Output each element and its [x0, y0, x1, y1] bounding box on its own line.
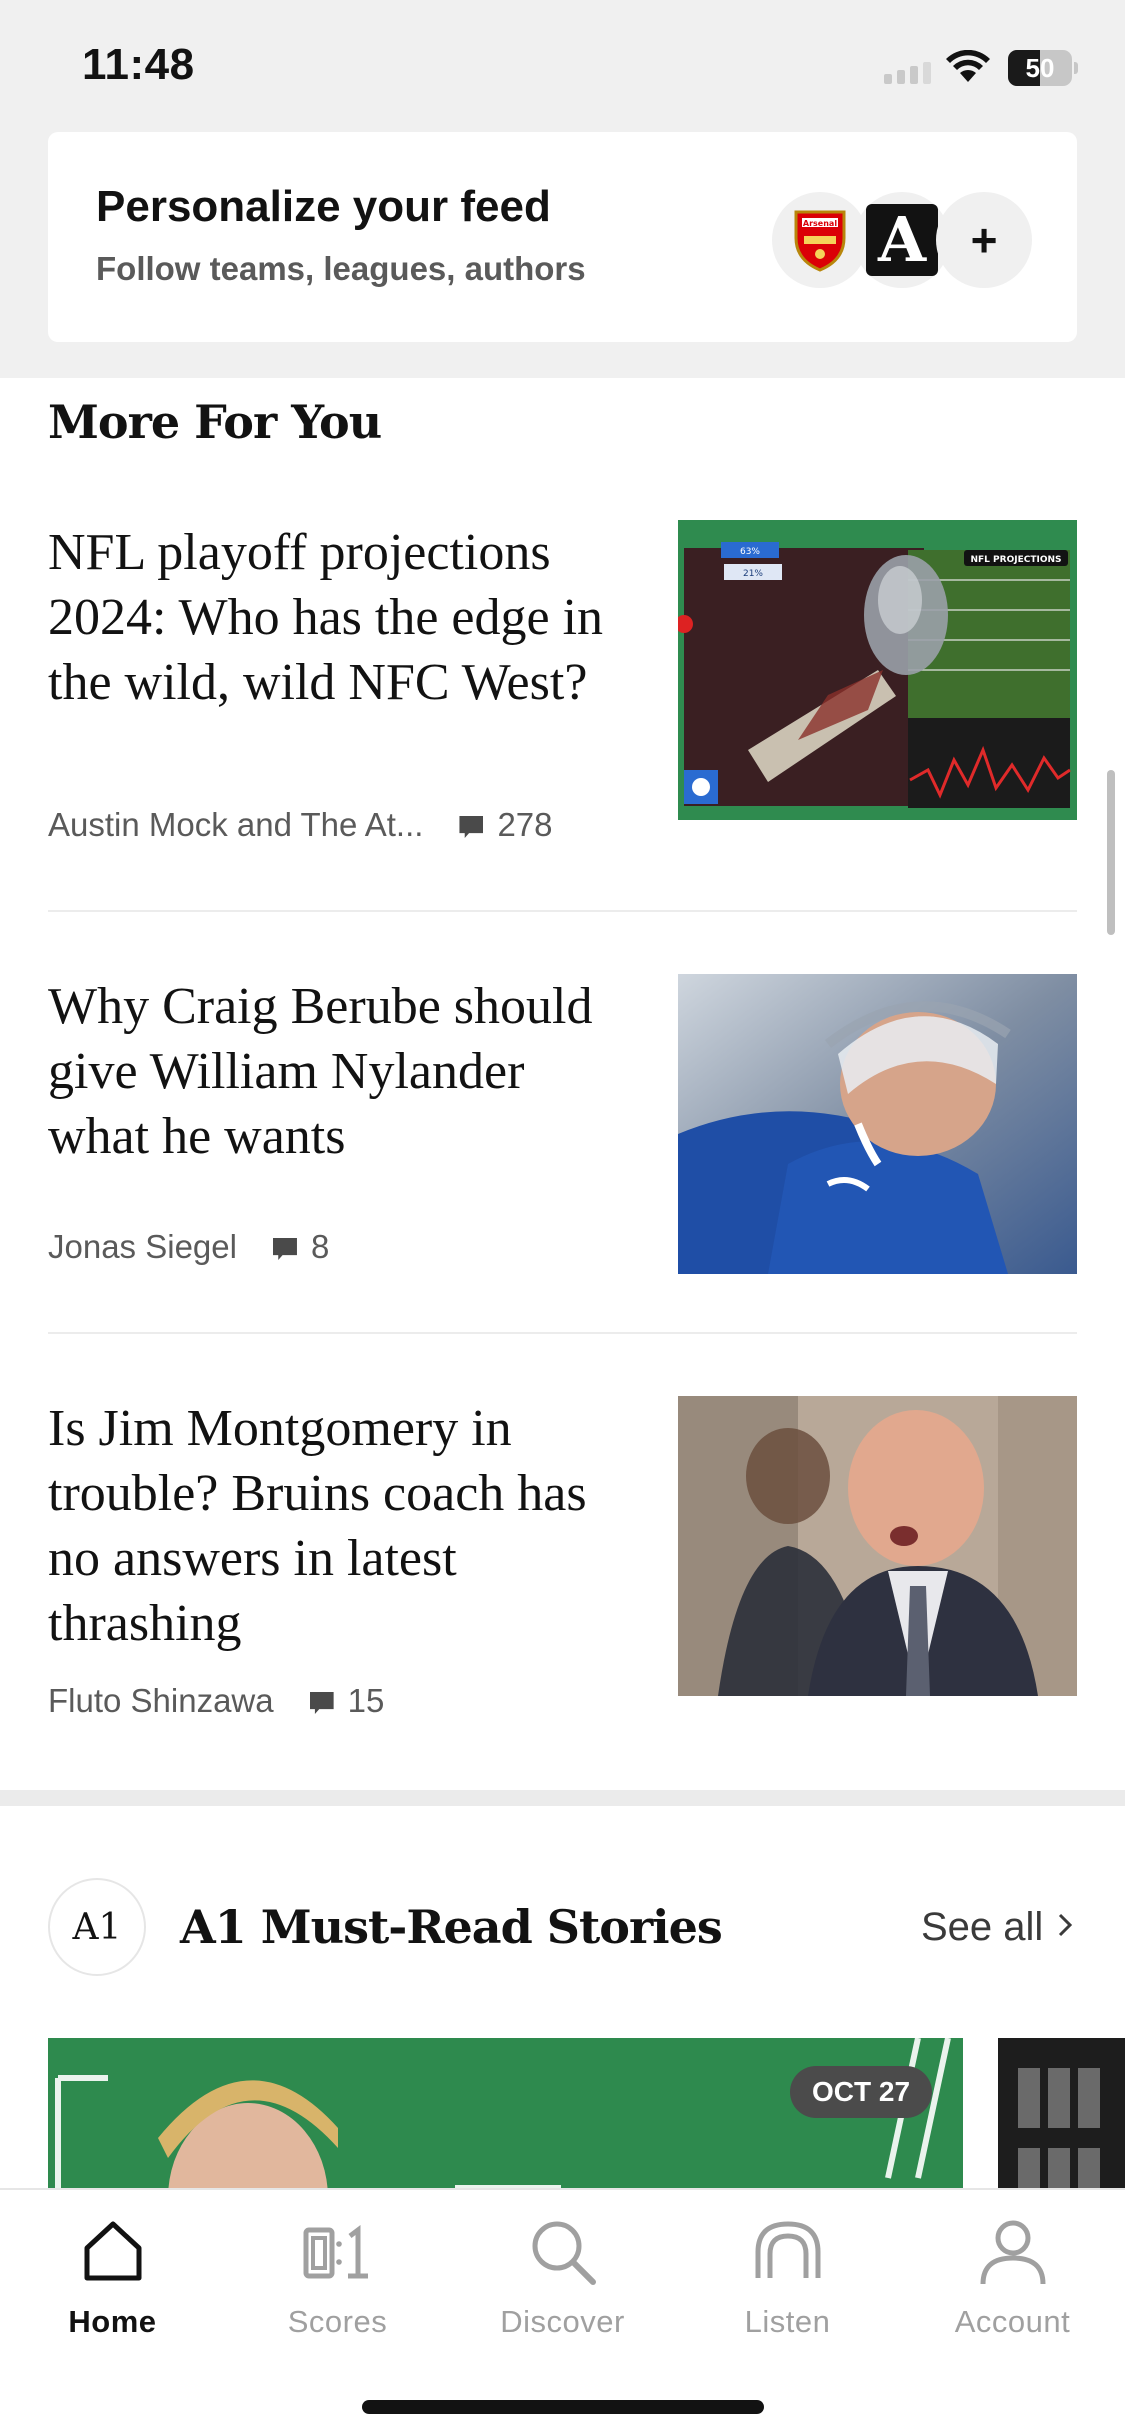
see-all-link[interactable]: See all — [921, 1905, 1073, 1950]
article-card[interactable]: Why Craig Berube should give William Nyl… — [48, 974, 1077, 1274]
article-card[interactable]: NFL playoff projections 2024: Who has th… — [48, 520, 1077, 860]
comment-count[interactable]: 8 — [311, 1228, 329, 1266]
scrollbar[interactable] — [1107, 770, 1115, 935]
svg-text:63%: 63% — [740, 547, 760, 557]
tab-label: Listen — [744, 2304, 831, 2339]
comment-icon — [272, 1238, 297, 1260]
account-icon — [980, 2220, 1045, 2285]
article-meta: Austin Mock and The At... 278 — [48, 806, 553, 844]
add-follow-button[interactable]: + — [936, 192, 1032, 288]
tab-label: Discover — [500, 2304, 625, 2339]
article-author[interactable]: Fluto Shinzawa — [48, 1682, 274, 1720]
article-headline[interactable]: Why Craig Berube should give William Nyl… — [48, 974, 628, 1169]
battery-level: 50 — [1025, 53, 1055, 83]
tab-discover[interactable]: Discover — [450, 2212, 675, 2342]
article-meta: Jonas Siegel 8 — [48, 1228, 329, 1266]
article-image-hockey-player[interactable] — [678, 974, 1077, 1274]
personalize-title: Personalize your feed — [96, 182, 551, 231]
tab-label: Scores — [287, 2304, 388, 2339]
tab-label: Account — [954, 2304, 1071, 2339]
date-badge: OCT 27 — [790, 2066, 933, 2118]
svg-text:Arsenal: Arsenal — [803, 219, 837, 228]
comment-count[interactable]: 15 — [348, 1682, 385, 1720]
tab-home[interactable]: Home — [0, 2212, 225, 2342]
article-image-nfl-projections[interactable]: 63% 21% NFL PROJECTIONS — [678, 520, 1077, 820]
article-card[interactable]: Is Jim Montgomery in trouble? Bruins coa… — [48, 1396, 1077, 1736]
battery-icon: 50 — [1008, 50, 1078, 86]
personalize-feed-card[interactable]: Personalize your feed Follow teams, leag… — [48, 132, 1077, 342]
status-bar: 11:48 50 — [0, 0, 1125, 130]
article-meta: Fluto Shinzawa 15 — [48, 1682, 384, 1720]
article-headline[interactable]: NFL playoff projections 2024: Who has th… — [48, 520, 628, 715]
section-separator — [0, 1790, 1125, 1806]
scores-icon — [303, 2225, 368, 2279]
followed-chips[interactable]: Arsenal A + — [772, 192, 1032, 288]
discover-icon — [532, 2221, 596, 2285]
divider — [48, 1332, 1077, 1334]
tab-account[interactable]: Account — [900, 2212, 1125, 2342]
divider — [48, 910, 1077, 912]
comment-icon — [309, 1692, 334, 1714]
bottom-tab-bar: Home Scores Discover Listen Account — [0, 2188, 1125, 2436]
cellular-signal-icon — [884, 62, 931, 84]
home-indicator[interactable] — [362, 2400, 764, 2414]
status-time: 11:48 — [82, 40, 195, 89]
svg-text:NFL PROJECTIONS: NFL PROJECTIONS — [971, 555, 1062, 565]
wifi-icon — [946, 49, 990, 89]
comment-icon — [459, 816, 484, 838]
article-headline[interactable]: Is Jim Montgomery in trouble? Bruins coa… — [48, 1396, 628, 1656]
chevron-right-icon — [1057, 1908, 1073, 1947]
comment-count[interactable]: 278 — [497, 806, 552, 844]
svg-text:21%: 21% — [743, 569, 763, 579]
tab-scores[interactable]: Scores — [225, 2212, 450, 2342]
listen-icon — [755, 2221, 820, 2278]
personalize-subtitle: Follow teams, leagues, authors — [96, 250, 586, 287]
see-all-label: See all — [921, 1905, 1044, 1949]
section-title-a1: A1 Must-Read Stories — [180, 1900, 723, 1954]
tab-listen[interactable]: Listen — [675, 2212, 900, 2342]
tab-label: Home — [68, 2304, 157, 2339]
a1-logo: A1 — [48, 1878, 146, 1976]
plus-icon: + — [970, 214, 998, 266]
home-icon — [84, 2221, 141, 2281]
section-title-more-for-you: More For You — [48, 395, 382, 449]
article-author[interactable]: Austin Mock and The At... — [48, 806, 423, 844]
header-area: 11:48 50 Personalize your feed Follow te… — [0, 0, 1125, 378]
article-image-hockey-coach[interactable] — [678, 1396, 1077, 1696]
article-author[interactable]: Jonas Siegel — [48, 1228, 237, 1266]
